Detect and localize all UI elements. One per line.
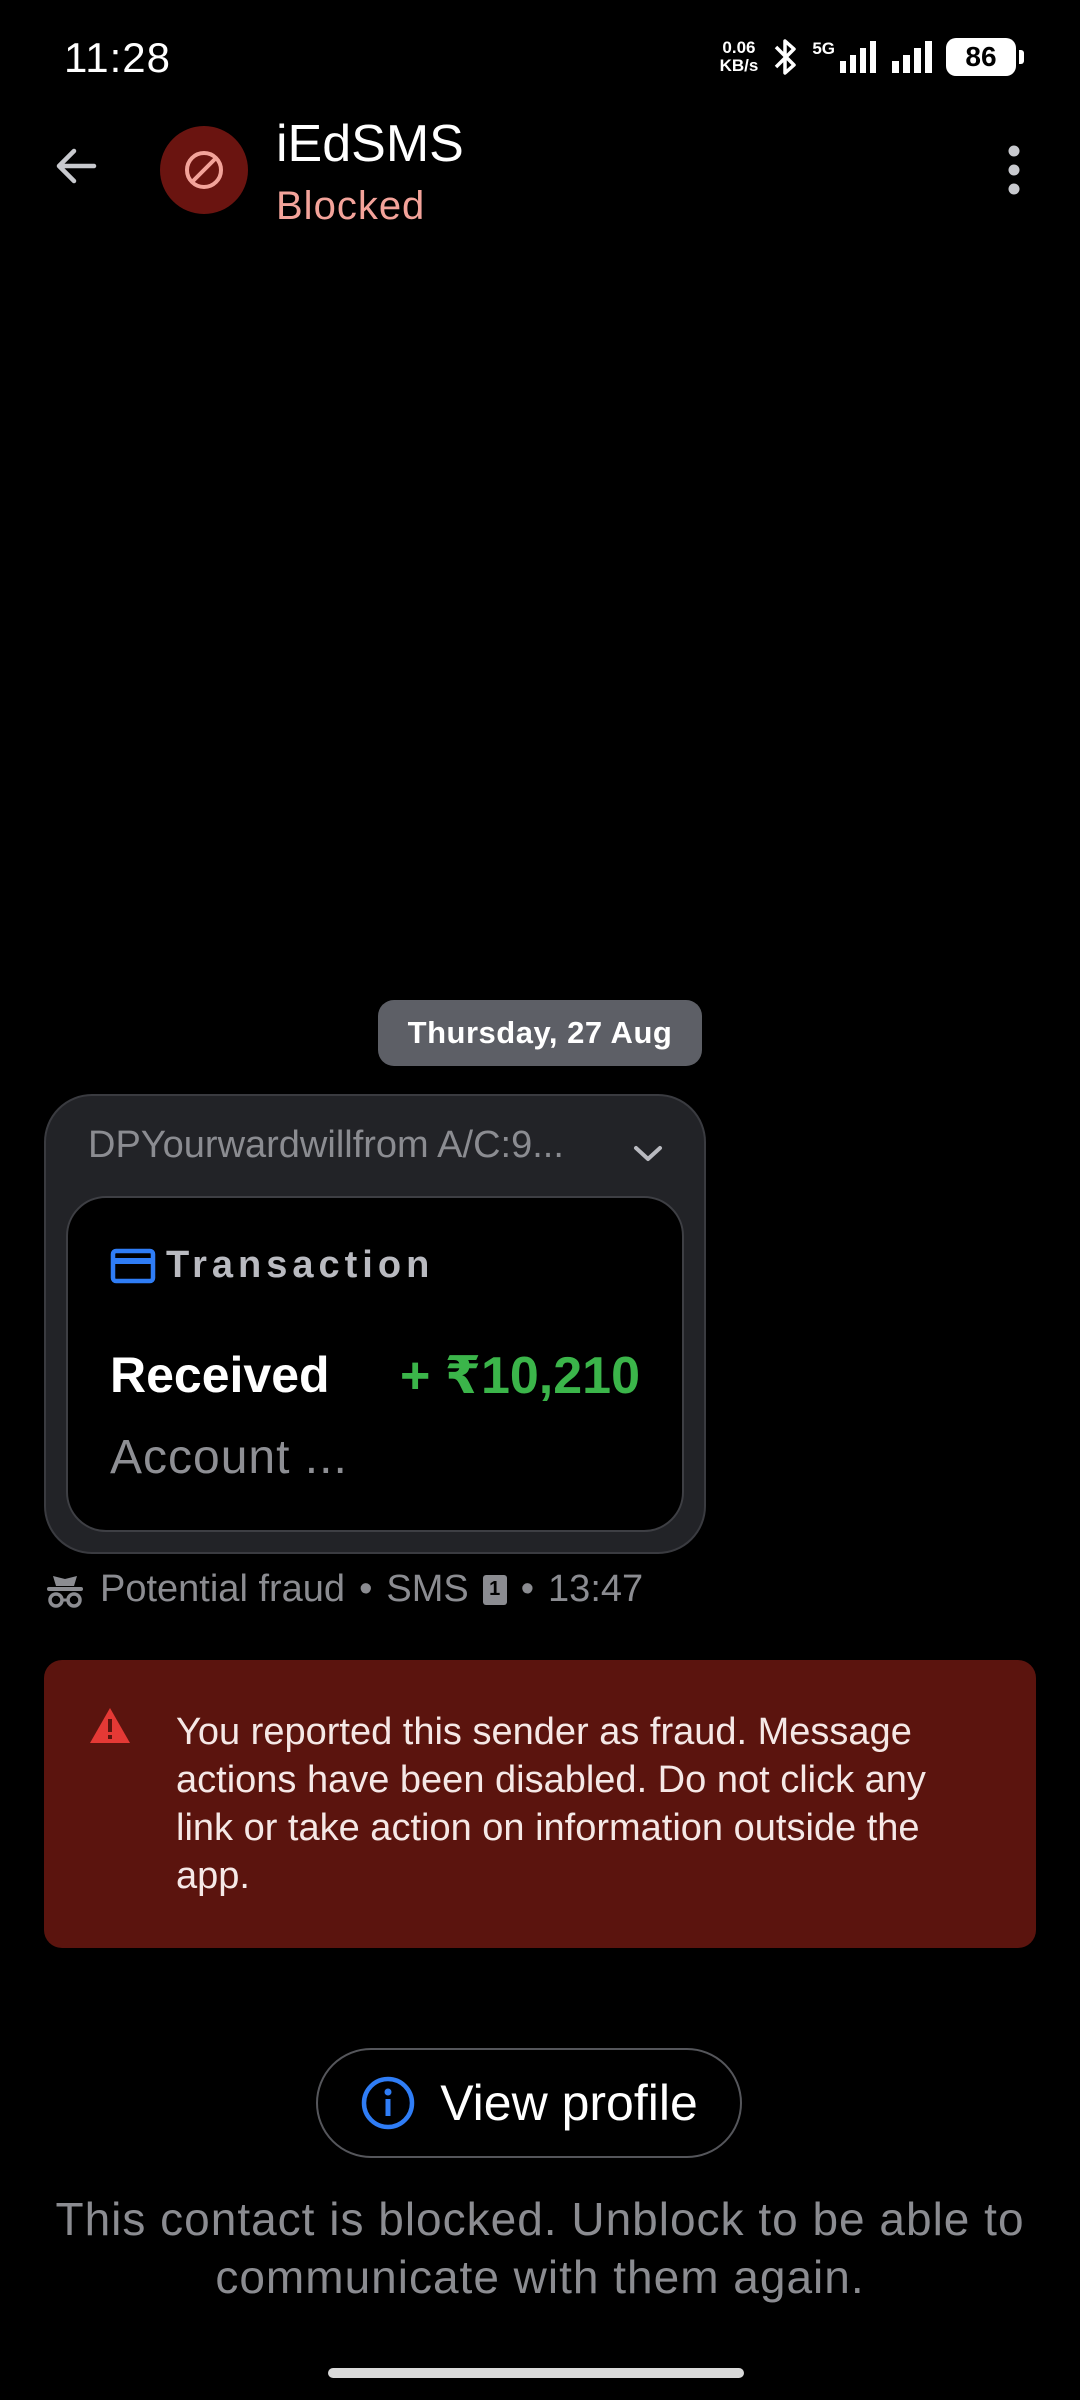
credit-card-icon	[110, 1248, 156, 1283]
signal-icon	[892, 41, 932, 73]
more-options-button[interactable]	[982, 130, 1046, 210]
account-line: Account ...	[110, 1431, 348, 1484]
back-button[interactable]	[40, 130, 112, 202]
network-speed: 0.06 KB/s	[720, 39, 759, 75]
battery-icon: 86	[946, 38, 1024, 76]
fraud-label: Potential fraud	[100, 1568, 346, 1610]
blocked-notice: This contact is blocked. Unblock to be a…	[55, 2193, 1025, 2303]
message-time: 13:47	[548, 1568, 644, 1610]
arrow-back-icon	[56, 148, 97, 184]
sim-icon: 1	[482, 1574, 507, 1605]
network-speed-unit: KB/s	[719, 56, 759, 75]
contact-name[interactable]: iEdSMS	[276, 114, 464, 174]
status-time: 11:28	[64, 34, 171, 81]
view-profile-label: View profile	[440, 2075, 698, 2131]
view-profile-button[interactable]: View profile	[316, 2048, 742, 2158]
transaction-card-label: Transaction	[166, 1244, 435, 1286]
message-preview[interactable]: DPYourwardwillfrom A/C:9...	[88, 1124, 608, 1167]
status-icons: 0.06 KB/s 5G 86	[720, 32, 1024, 82]
warning-icon	[90, 1708, 130, 1743]
blocked-status: Blocked	[276, 184, 426, 228]
home-indicator[interactable]	[328, 2368, 744, 2378]
more-vert-icon	[1008, 145, 1020, 195]
info-icon	[361, 2076, 415, 2130]
message-meta: Potential fraud • SMS 1 • 13:47	[44, 1568, 643, 1611]
transaction-amount: + ₹10,210	[399, 1347, 640, 1405]
network-type-label: 5G	[812, 39, 835, 58]
fraud-warning-text: You reported this sender as fraud. Messa…	[176, 1711, 926, 1897]
chevron-down-icon	[634, 1146, 662, 1161]
contact-avatar[interactable]	[160, 126, 248, 214]
battery-level: 86	[965, 41, 997, 72]
date-chip: Thursday, 27 Aug	[378, 1000, 702, 1066]
blocked-icon	[185, 151, 223, 189]
transaction-card-header: Transaction	[110, 1244, 434, 1287]
transaction-type: Received	[110, 1347, 330, 1403]
cellular-signal-icon: 5G	[812, 39, 878, 75]
channel-label: SMS	[386, 1568, 469, 1610]
meta-separator: •	[359, 1568, 373, 1610]
incognito-icon	[47, 1575, 83, 1608]
network-speed-value: 0.06	[722, 38, 756, 57]
expand-message-button[interactable]	[622, 1128, 674, 1180]
bluetooth-icon	[775, 39, 797, 75]
meta-separator: •	[520, 1568, 535, 1610]
